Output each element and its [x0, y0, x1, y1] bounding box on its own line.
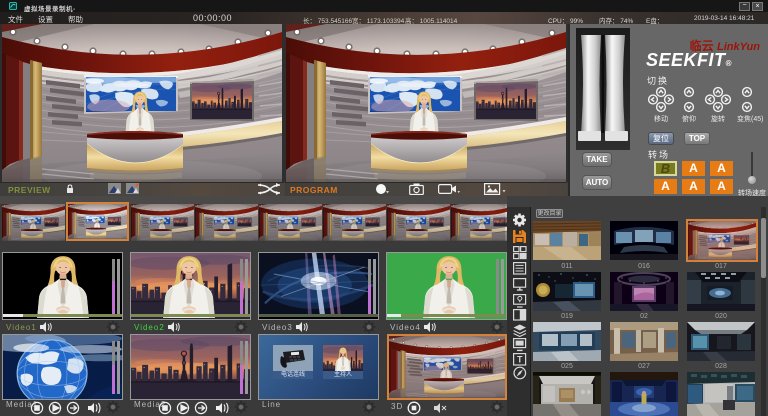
svg-text:T: T — [517, 355, 523, 365]
